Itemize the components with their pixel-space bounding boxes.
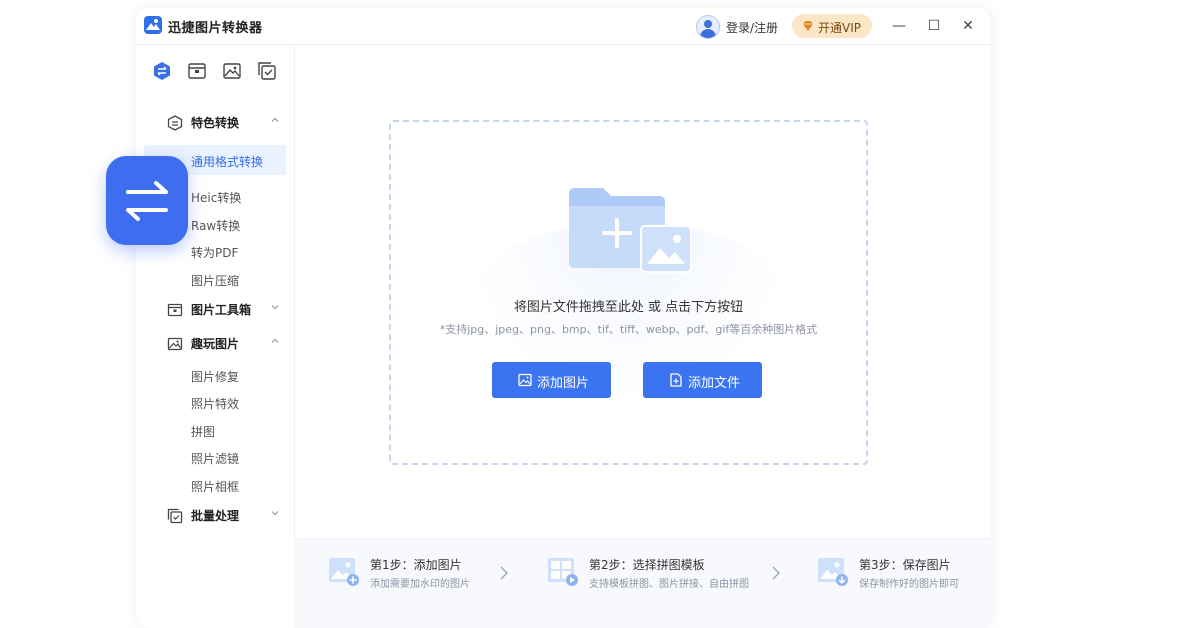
chevron-up-icon [271,117,279,122]
sidebar-item-label: 转为PDF [191,246,239,260]
sidebar-item-label: 图片修复 [191,370,240,384]
sidebar-group-label: 图片工具箱 [191,303,252,317]
drop-zone-title: 将图片文件拖拽至此处 或 点击下方按钮 [513,300,744,315]
sidebar-item-frames[interactable]: 照片相框 [144,470,286,500]
image-icon [167,337,183,351]
maximize-button[interactable]: ☐ [925,17,943,35]
image-icon[interactable] [222,61,242,81]
chevron-down-icon [271,305,279,310]
toolbox-icon[interactable] [187,61,207,81]
sidebar-item-collage[interactable]: 拼图 [144,415,286,445]
swap-arrows-icon [106,156,188,245]
app-logo-icon [144,16,162,34]
app-title: 迅捷图片转换器 [168,21,263,36]
file-add-icon [670,373,682,387]
collage-template-icon [548,558,578,586]
step-title: 第2步：选择拼图模板 [589,558,705,572]
sidebar: 特色转换 通用格式转换 Heic转换 Raw转换 转为PDF 图片压缩 图片工具… [136,44,295,628]
sidebar-group-label: 趣玩图片 [191,337,240,351]
add-image-button[interactable]: 添加图片 [492,362,611,398]
sidebar-group-featured-convert[interactable]: 特色转换 [136,111,294,135]
drop-zone[interactable]: 将图片文件拖拽至此处 或 点击下方按钮 *支持jpg、jpeg、png、bmp、… [389,120,868,465]
diamond-icon [803,21,813,31]
sidebar-item-label: 照片特效 [191,397,240,411]
sidebar-item-label: Raw转换 [191,219,241,233]
step-desc: 添加需要加水印的图片 [370,579,470,590]
step-desc: 保存制作好的图片即可 [859,579,959,590]
sidebar-item-repair[interactable]: 图片修复 [144,360,286,390]
batch-icon[interactable] [257,61,277,81]
step-title: 第1步：添加图片 [370,558,462,572]
image-save-icon [818,558,848,586]
sidebar-item-label: 照片相框 [191,480,240,494]
sidebar-item-label: Heic转换 [191,191,242,205]
sidebar-item-label: 照片滤镜 [191,452,240,466]
image-add-icon [329,558,359,586]
app-window: 迅捷图片转换器 登录/注册 开通VIP — ☐ ✕ 特色转换 通用格式转换 He… [136,8,991,628]
sidebar-group-fun-images[interactable]: 趣玩图片 [136,332,294,356]
sidebar-item-label: 图片压缩 [191,274,240,288]
close-button[interactable]: ✕ [959,17,977,35]
sidebar-item-compress[interactable]: 图片压缩 [144,264,286,294]
sidebar-item-filters[interactable]: 照片滤镜 [144,442,286,472]
chevron-down-icon [271,511,279,516]
sidebar-group-label: 特色转换 [191,116,240,130]
minimize-button[interactable]: — [890,17,908,35]
add-image-label: 添加图片 [537,376,590,391]
chevron-up-icon [271,338,279,343]
convert-icon [167,115,183,131]
vip-button[interactable]: 开通VIP [792,14,872,38]
title-bar: 迅捷图片转换器 登录/注册 开通VIP — ☐ ✕ [136,8,991,45]
sidebar-item-label: 通用格式转换 [191,155,264,169]
convert-icon[interactable] [152,61,172,81]
vip-label: 开通VIP [818,21,861,35]
sidebar-group-toolbox[interactable]: 图片工具箱 [136,298,294,322]
step-title: 第3步：保存图片 [859,558,951,572]
sidebar-item-effects[interactable]: 照片特效 [144,387,286,417]
sidebar-group-batch[interactable]: 批量处理 [136,504,294,528]
drop-zone-hint: *支持jpg、jpeg、png、bmp、tif、tiff、webp、pdf、gi… [439,323,818,336]
chevron-right-icon [772,566,780,580]
chevron-right-icon [500,566,508,580]
sidebar-item-label: 拼图 [191,425,216,439]
image-icon [518,373,532,387]
user-avatar-icon[interactable] [696,15,720,39]
steps-bar: 第1步：添加图片 添加需要加水印的图片 第2步：选择拼图模板 支持模板拼图、图片… [294,538,991,628]
folder-add-icon [569,188,692,273]
login-link[interactable]: 登录/注册 [726,19,778,36]
step-desc: 支持模板拼图、图片拼接、自由拼图 [589,579,749,590]
toolbox-icon [167,303,183,317]
add-file-label: 添加文件 [688,376,741,391]
batch-icon [167,508,183,524]
add-file-button[interactable]: 添加文件 [643,362,762,398]
sidebar-group-label: 批量处理 [191,509,240,523]
